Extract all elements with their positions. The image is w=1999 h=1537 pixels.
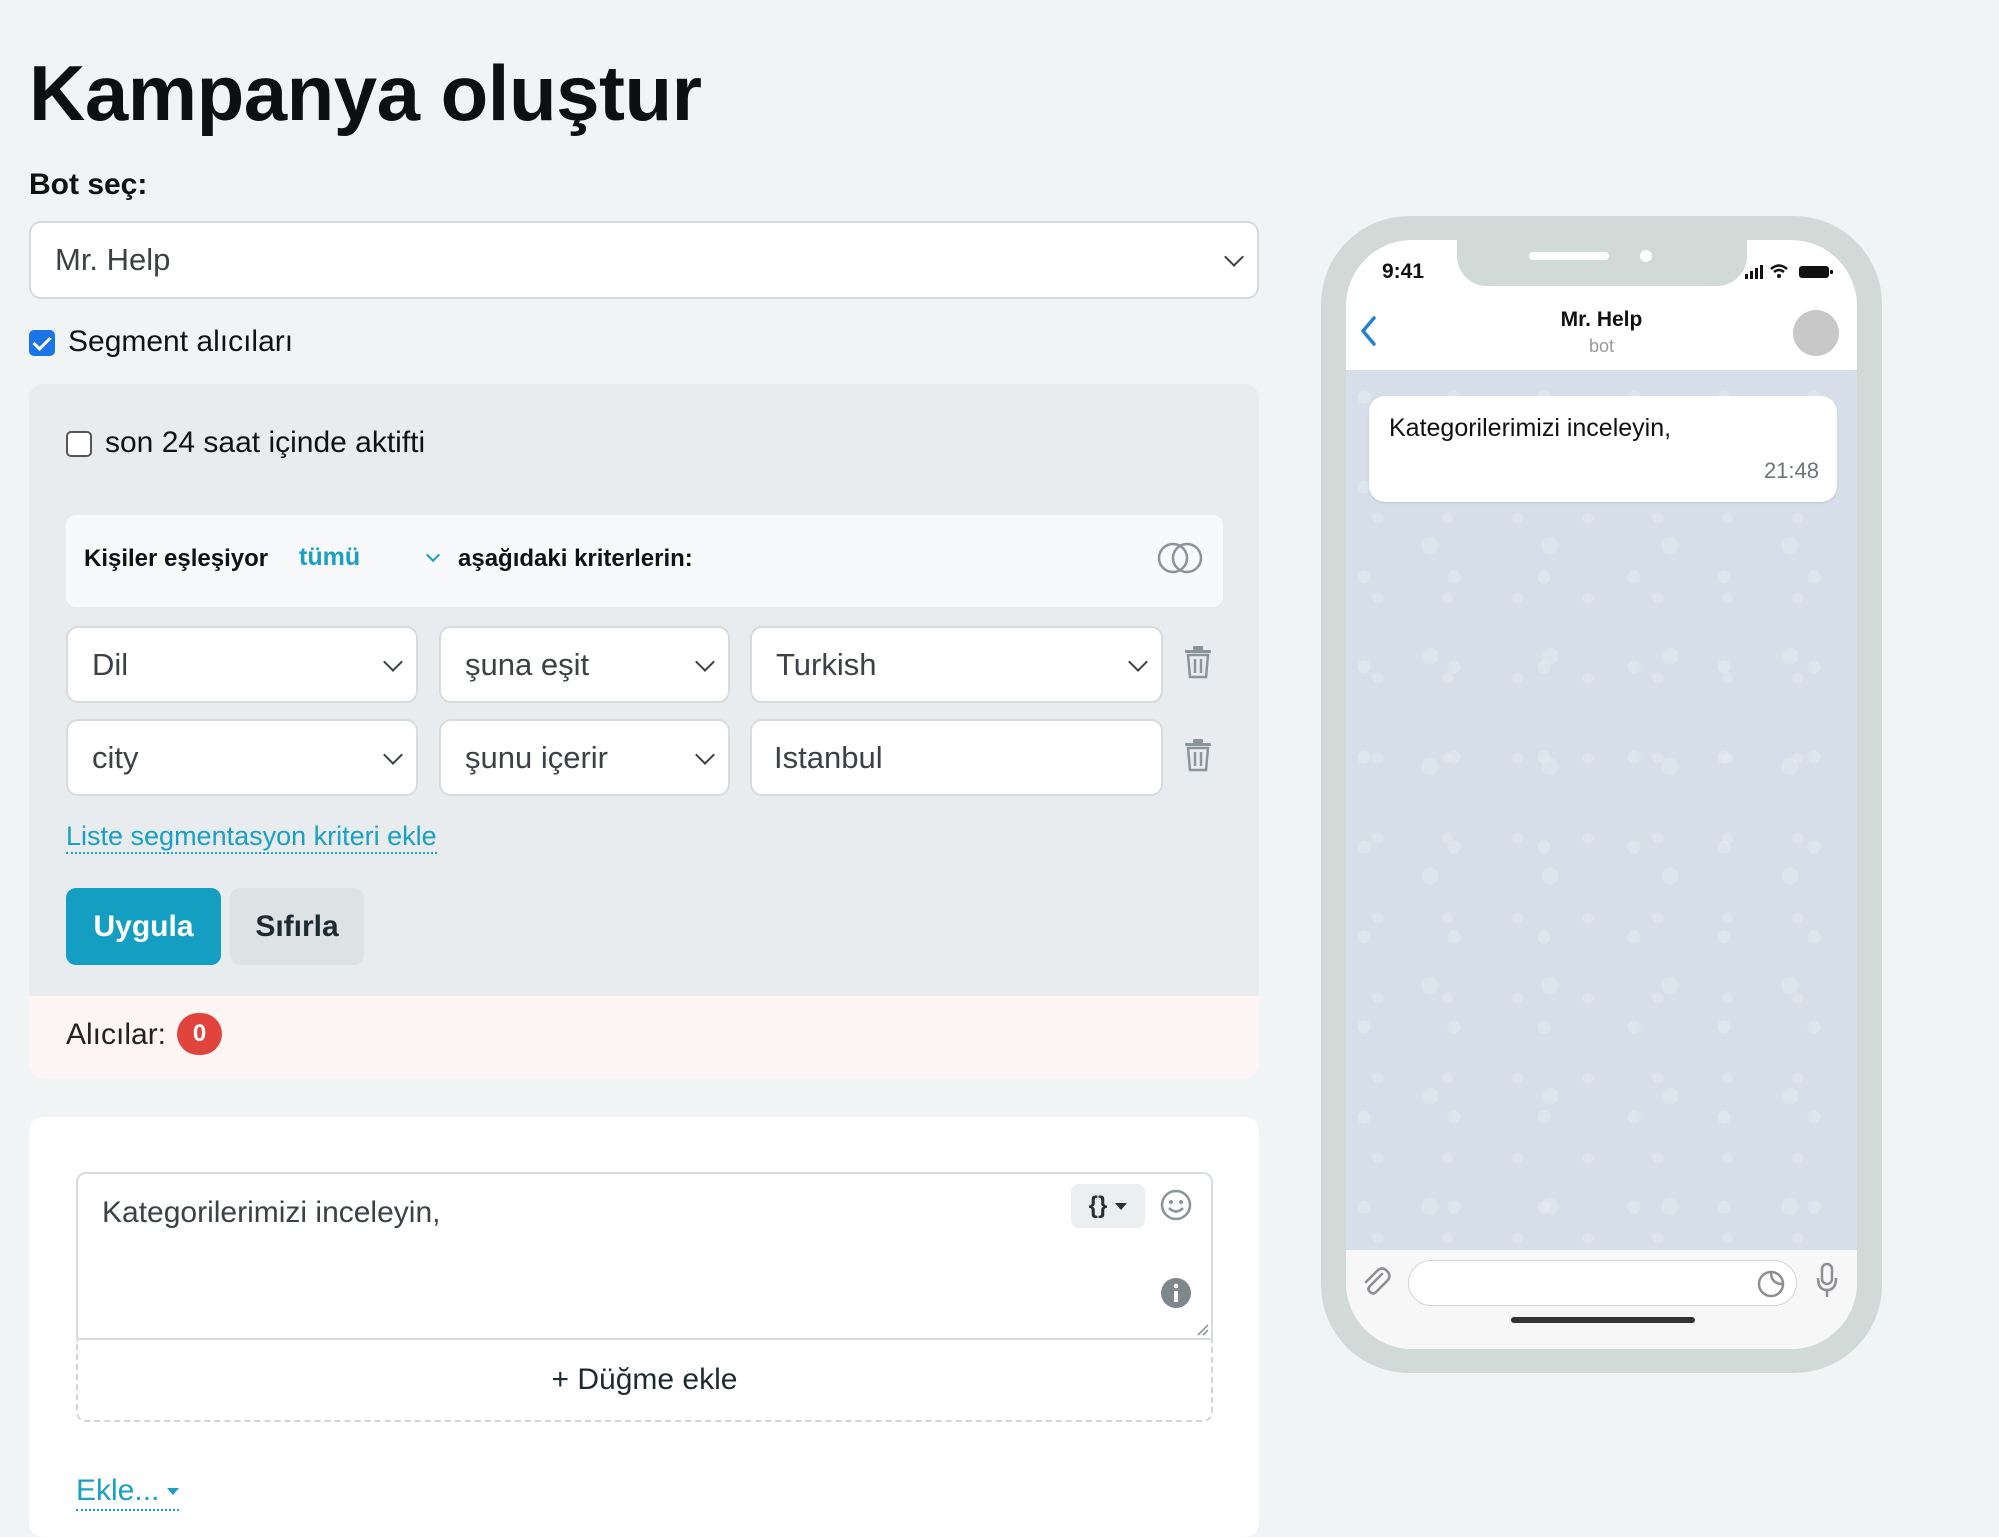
- caret-down-icon: [167, 1487, 180, 1495]
- recipients-count-badge: 0: [177, 1013, 222, 1055]
- match-row: Kişiler eşleşiyor tümü aşağıdaki kriterl…: [66, 515, 1223, 607]
- match-mode-select[interactable]: tümü: [299, 543, 360, 572]
- criterion-operator-value: şuna eşit: [465, 646, 590, 682]
- bubble-text: Kategorilerimizi inceleyin,: [1389, 414, 1672, 442]
- speaker: [1529, 252, 1609, 260]
- chevron-down-icon: [1128, 651, 1148, 672]
- reset-button[interactable]: Sıfırla: [230, 888, 364, 965]
- chat-name: Mr. Help: [1560, 308, 1643, 331]
- recipients-bar: Alıcılar: 0: [29, 996, 1259, 1078]
- criterion-value-select[interactable]: Turkish: [750, 626, 1163, 703]
- criterion-field-select[interactable]: city: [66, 719, 418, 796]
- chevron-down-icon: [383, 651, 403, 672]
- paperclip-icon[interactable]: [1358, 1264, 1394, 1300]
- chat-header: Mr. Help bot: [1346, 296, 1857, 370]
- bot-select-value: Mr. Help: [55, 242, 171, 277]
- camera: [1640, 250, 1652, 262]
- microphone-icon[interactable]: [1815, 1262, 1839, 1302]
- message-bubble: Kategorilerimizi inceleyin, 21:48: [1369, 396, 1837, 502]
- info-icon[interactable]: [1159, 1276, 1193, 1310]
- status-icons: [1745, 264, 1833, 279]
- criterion-operator-value: şunu içerir: [465, 739, 608, 775]
- add-menu-dropdown[interactable]: Ekle...: [76, 1473, 180, 1511]
- phone-notch: [1457, 240, 1747, 286]
- chevron-down-icon: [425, 547, 441, 563]
- venn-icon[interactable]: [1155, 541, 1205, 575]
- add-button-row[interactable]: + Düğme ekle: [76, 1340, 1213, 1422]
- chevron-down-icon: [695, 744, 715, 765]
- add-menu-label: Ekle...: [76, 1474, 160, 1507]
- match-suffix: aşağıdaki kriterlerin:: [458, 545, 693, 572]
- criterion-operator-select[interactable]: şunu içerir: [439, 719, 730, 796]
- message-textarea[interactable]: Kategorilerimizi inceleyin, {}: [76, 1172, 1213, 1340]
- bubble-time: 21:48: [1763, 458, 1819, 483]
- criterion-field-select[interactable]: Dil: [66, 626, 418, 703]
- apply-button[interactable]: Uygula: [66, 888, 221, 965]
- avatar: [1793, 310, 1839, 356]
- criterion-value-input[interactable]: Istanbul: [750, 719, 1163, 796]
- criterion-field-value: city: [92, 739, 139, 775]
- emoji-icon[interactable]: [1159, 1188, 1193, 1222]
- trash-icon[interactable]: [1183, 645, 1213, 679]
- chevron-down-icon: [695, 651, 715, 672]
- variables-button[interactable]: {}: [1071, 1184, 1145, 1228]
- chat-input[interactable]: [1408, 1260, 1797, 1306]
- sticker-icon[interactable]: [1756, 1269, 1786, 1299]
- add-criterion-link[interactable]: Liste segmentasyon kriteri ekle: [66, 820, 437, 854]
- active-24h-label: son 24 saat içinde aktifti: [105, 426, 426, 459]
- active-24h-checkbox[interactable]: [66, 431, 92, 457]
- segment-checkbox[interactable]: [29, 330, 55, 356]
- segment-checkbox-label: Segment alıcıları: [68, 325, 294, 358]
- status-time: 9:41: [1382, 260, 1425, 283]
- criterion-value: Turkish: [776, 646, 877, 682]
- home-indicator: [1511, 1317, 1695, 1323]
- phone-screen: 9:41 Mr. Help bot Kategorilerimizi incel…: [1346, 240, 1857, 1349]
- chat-subtitle: bot: [1588, 336, 1615, 356]
- phone-preview: 9:41 Mr. Help bot Kategorilerimizi incel…: [1321, 216, 1882, 1373]
- recipients-label: Alıcılar:: [66, 1018, 167, 1051]
- bot-select[interactable]: Mr. Help: [29, 221, 1259, 299]
- chat-background: Kategorilerimizi inceleyin, 21:48: [1346, 370, 1857, 1250]
- chevron-down-icon: [1224, 247, 1244, 267]
- match-prefix: Kişiler eşleşiyor: [84, 545, 269, 572]
- page-title: Kampanya oluştur: [29, 49, 702, 137]
- trash-icon[interactable]: [1183, 738, 1213, 772]
- criterion-operator-select[interactable]: şuna eşit: [439, 626, 730, 703]
- resize-handle-icon[interactable]: [1195, 1322, 1209, 1336]
- caret-down-icon: [1115, 1202, 1128, 1210]
- bot-select-label: Bot seç:: [29, 168, 148, 201]
- chevron-down-icon: [383, 744, 403, 765]
- variables-label: {}: [1088, 1192, 1108, 1219]
- chat-composer: [1346, 1250, 1857, 1349]
- message-text: Kategorilerimizi inceleyin,: [102, 1196, 441, 1229]
- criterion-field-value: Dil: [92, 646, 129, 682]
